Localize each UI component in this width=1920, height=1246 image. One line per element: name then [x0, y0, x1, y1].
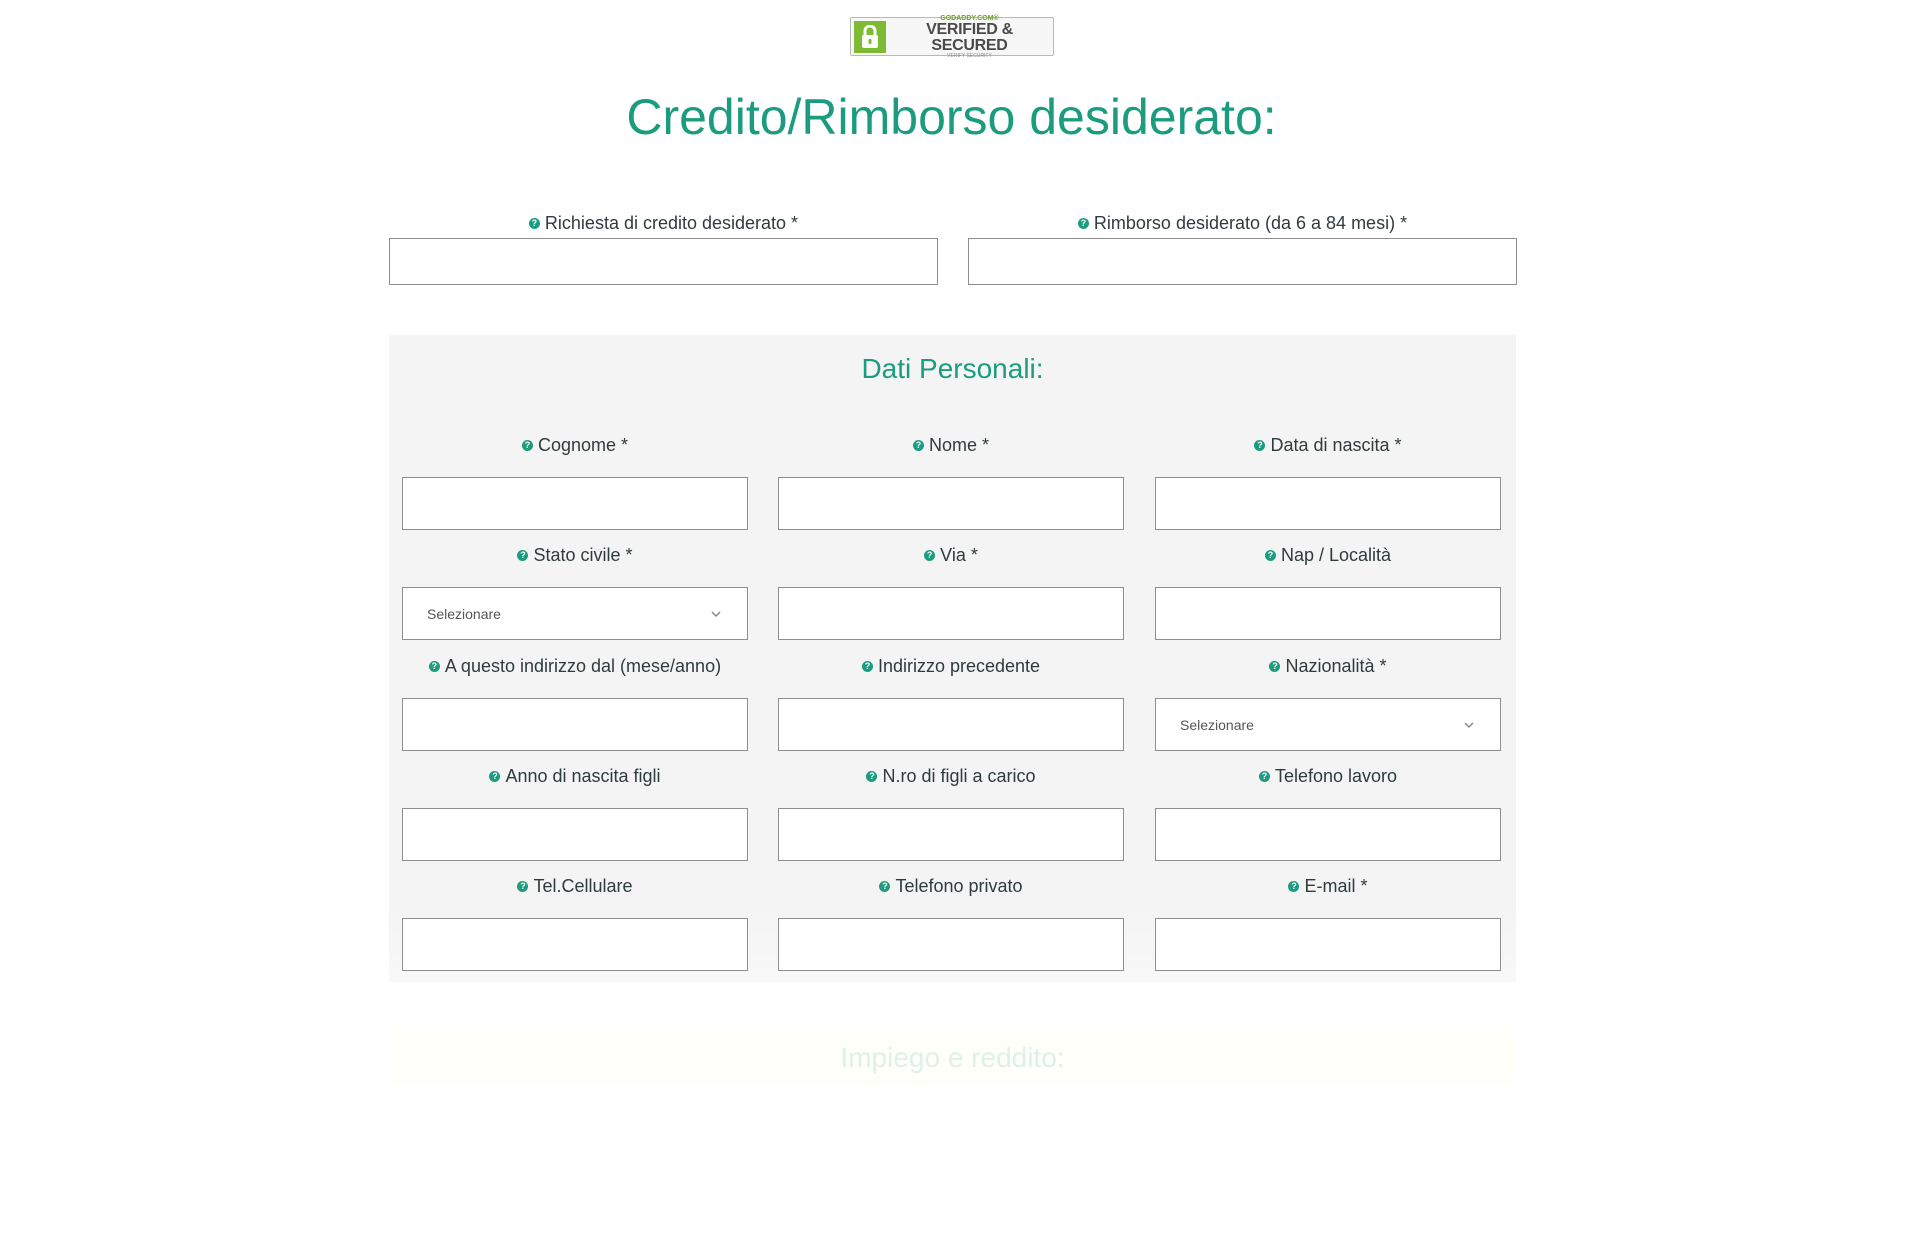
- children-count-input[interactable]: [778, 808, 1124, 861]
- page-title: Credito/Rimborso desiderato:: [626, 89, 1277, 145]
- surname-label: ? Cognome *: [402, 435, 748, 456]
- birth-date-field: ? Data di nascita *: [1155, 435, 1501, 535]
- repayment-label: ? Rimborso desiderato (da 6 a 84 mesi) *: [968, 213, 1517, 234]
- chevron-down-icon: [709, 607, 723, 621]
- marital-status-field: ? Stato civile * Selezionare: [402, 545, 748, 645]
- birth-date-label: ? Data di nascita *: [1155, 435, 1501, 456]
- help-icon[interactable]: ?: [521, 439, 533, 451]
- help-icon[interactable]: ?: [517, 549, 529, 561]
- work-phone-label: ? Telefono lavoro: [1155, 766, 1501, 787]
- private-phone-label: ? Telefono privato: [778, 876, 1124, 897]
- credit-request-label: ? Richiesta di credito desiderato *: [389, 213, 938, 234]
- nationality-selected-value: Selezionare: [1180, 716, 1254, 733]
- help-icon[interactable]: ?: [1254, 439, 1266, 451]
- lock-icon: [854, 20, 886, 53]
- help-icon[interactable]: ?: [528, 217, 540, 229]
- children-count-field: ? N.ro di figli a carico: [778, 766, 1124, 866]
- repayment-field: ? Rimborso desiderato (da 6 a 84 mesi) *: [968, 213, 1517, 285]
- help-icon[interactable]: ?: [912, 439, 924, 451]
- private-phone-field: ? Telefono privato: [778, 876, 1124, 976]
- street-input[interactable]: [778, 587, 1124, 640]
- children-birth-years-label: ? Anno di nascita figli: [402, 766, 748, 787]
- help-icon[interactable]: ?: [924, 549, 936, 561]
- birth-date-input[interactable]: [1155, 477, 1501, 530]
- marital-status-label: ? Stato civile *: [402, 545, 748, 566]
- chevron-down-icon: [1462, 718, 1476, 732]
- children-count-label: ? N.ro di figli a carico: [778, 766, 1124, 787]
- marital-status-select[interactable]: Selezionare: [402, 587, 748, 640]
- email-field: ? E-mail *: [1155, 876, 1501, 976]
- street-field: ? Via *: [778, 545, 1124, 645]
- mobile-phone-label: ? Tel.Cellulare: [402, 876, 748, 897]
- help-icon[interactable]: ?: [879, 880, 891, 892]
- address-since-field: ? A questo indirizzo dal (mese/anno): [402, 656, 748, 756]
- children-birth-years-input[interactable]: [402, 808, 748, 861]
- email-input[interactable]: [1155, 918, 1501, 971]
- address-since-input[interactable]: [402, 698, 748, 751]
- marital-status-selected-value: Selezionare: [427, 605, 501, 622]
- help-icon[interactable]: ?: [428, 660, 440, 672]
- children-birth-years-field: ? Anno di nascita figli: [402, 766, 748, 866]
- name-label: ? Nome *: [778, 435, 1124, 456]
- private-phone-input[interactable]: [778, 918, 1124, 971]
- help-icon[interactable]: ?: [1258, 770, 1270, 782]
- help-icon[interactable]: ?: [1269, 660, 1281, 672]
- zip-city-label: ? Nap / Località: [1155, 545, 1501, 566]
- work-phone-input[interactable]: [1155, 808, 1501, 861]
- street-label: ? Via *: [778, 545, 1124, 566]
- previous-address-label: ? Indirizzo precedente: [778, 656, 1124, 677]
- badge-main-text: VERIFIED & SECURED: [926, 20, 1013, 54]
- email-label: ? E-mail *: [1155, 876, 1501, 897]
- name-input[interactable]: [778, 477, 1124, 530]
- mobile-phone-input[interactable]: [402, 918, 748, 971]
- personal-data-title: Dati Personali:: [861, 353, 1044, 384]
- credit-request-input[interactable]: [389, 238, 938, 285]
- help-icon[interactable]: ?: [1264, 549, 1276, 561]
- zip-city-field: ? Nap / Località: [1155, 545, 1501, 645]
- badge-bottom-text: VERIFY SECURITY: [947, 52, 992, 59]
- nationality-label: ? Nazionalità *: [1155, 656, 1501, 677]
- employment-title: Impiego e reddito:: [840, 1042, 1065, 1073]
- surname-field: ? Cognome *: [402, 435, 748, 535]
- help-icon[interactable]: ?: [861, 660, 873, 672]
- address-since-label: ? A questo indirizzo dal (mese/anno): [402, 656, 748, 677]
- help-icon[interactable]: ?: [1288, 880, 1300, 892]
- name-field: ? Nome *: [778, 435, 1124, 535]
- help-icon[interactable]: ?: [489, 770, 501, 782]
- help-icon[interactable]: ?: [517, 880, 529, 892]
- zip-city-input[interactable]: [1155, 587, 1501, 640]
- help-icon[interactable]: ?: [1077, 217, 1089, 229]
- work-phone-field: ? Telefono lavoro: [1155, 766, 1501, 866]
- previous-address-field: ? Indirizzo precedente: [778, 656, 1124, 756]
- nationality-select[interactable]: Selezionare: [1155, 698, 1501, 751]
- mobile-phone-field: ? Tel.Cellulare: [402, 876, 748, 976]
- credit-request-field: ? Richiesta di credito desiderato *: [389, 213, 938, 285]
- security-badge[interactable]: GODADDY.COM® VERIFIED & SECURED VERIFY S…: [850, 15, 1054, 59]
- repayment-input[interactable]: [968, 238, 1517, 285]
- surname-input[interactable]: [402, 477, 748, 530]
- nationality-field: ? Nazionalità * Selezionare: [1155, 656, 1501, 756]
- previous-address-input[interactable]: [778, 698, 1124, 751]
- help-icon[interactable]: ?: [866, 770, 878, 782]
